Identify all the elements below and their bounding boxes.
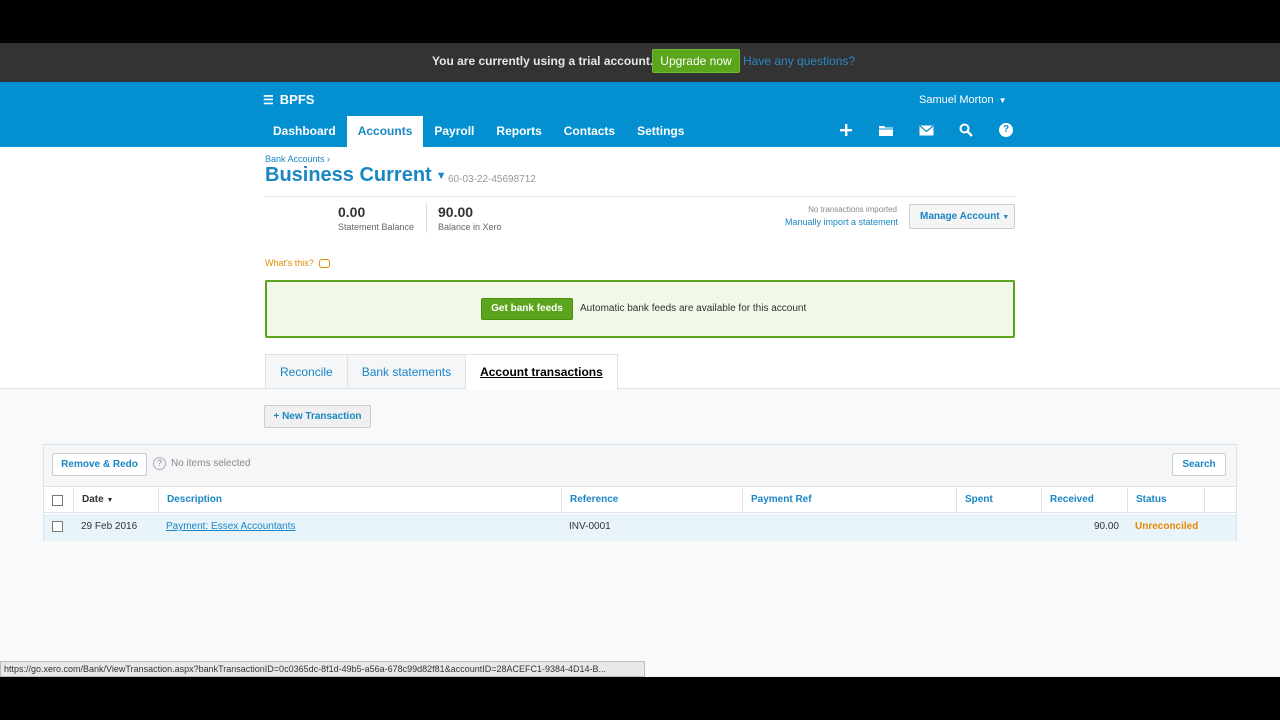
- selection-status: No items selected: [171, 458, 251, 469]
- xero-balance: 90.00 Balance in Xero: [438, 204, 502, 232]
- header-tools: ?: [826, 119, 1026, 141]
- table-header: Date ▼ Description Reference Payment Ref…: [44, 488, 1236, 513]
- whats-this-label: What's this?: [265, 258, 314, 268]
- row-status-cell: Unreconciled: [1127, 514, 1204, 541]
- org-name: BPFS: [279, 92, 315, 107]
- column-reference[interactable]: Reference: [561, 488, 742, 512]
- row-description-cell: Payment: Essex Accountants: [158, 514, 561, 541]
- row-spent: [956, 514, 1041, 541]
- column-date[interactable]: Date ▼: [73, 488, 158, 512]
- manage-account-button[interactable]: Manage Account ▼: [909, 204, 1015, 229]
- select-all-cell: [44, 488, 73, 512]
- folder-icon[interactable]: [866, 119, 906, 141]
- row-reference: INV-0001: [569, 521, 611, 532]
- status-badge: Unreconciled: [1135, 521, 1199, 532]
- top-header: ☰ BPFS Samuel Morton ▼ Dashboard Accounts …: [0, 82, 1280, 147]
- statement-balance: 0.00 Statement Balance: [338, 204, 414, 232]
- menu-icon: ☰: [263, 93, 274, 107]
- whats-this-link[interactable]: What's this?: [265, 258, 330, 269]
- xero-balance-label: Balance in Xero: [438, 222, 502, 232]
- nav-settings[interactable]: Settings: [626, 116, 695, 147]
- transactions-toolbar: Remove & Redo ? No items selected Search: [44, 445, 1236, 487]
- search-icon[interactable]: [946, 119, 986, 141]
- help-icon[interactable]: ?: [153, 457, 166, 470]
- tab-divider: [0, 388, 1280, 389]
- nav-dashboard[interactable]: Dashboard: [262, 116, 347, 147]
- column-date-label: Date: [82, 494, 104, 505]
- user-name: Samuel Morton: [919, 94, 994, 106]
- app-window: You are currently using a trial account.…: [0, 43, 1280, 677]
- column-payment-ref[interactable]: Payment Ref: [742, 488, 956, 512]
- column-description[interactable]: Description: [158, 488, 561, 512]
- row-payment-ref: [742, 514, 956, 541]
- org-switcher[interactable]: ☰ BPFS: [263, 92, 314, 107]
- get-bank-feeds-button[interactable]: Get bank feeds: [481, 298, 573, 320]
- bank-feeds-banner: Get bank feeds Automatic bank feeds are …: [265, 280, 1015, 338]
- statement-balance-label: Statement Balance: [338, 222, 415, 232]
- tab-reconcile[interactable]: Reconcile: [265, 354, 347, 389]
- row-select-cell: [44, 514, 73, 541]
- transactions-panel: Remove & Redo ? No items selected Search…: [43, 444, 1237, 541]
- table-row[interactable]: 29 Feb 2016 Payment: Essex Accountants I…: [44, 514, 1236, 541]
- nav-reports[interactable]: Reports: [485, 116, 552, 147]
- chevron-down-icon: ▼: [998, 96, 1007, 105]
- breadcrumb[interactable]: Bank Accounts ›: [265, 154, 330, 164]
- user-menu[interactable]: Samuel Morton ▼: [919, 94, 1007, 106]
- speech-bubble-icon: [318, 259, 330, 269]
- divider: [426, 203, 427, 233]
- search-button[interactable]: Search: [1172, 453, 1226, 476]
- column-status[interactable]: Status: [1127, 488, 1204, 512]
- nav-contacts[interactable]: Contacts: [553, 116, 626, 147]
- row-description-link[interactable]: Payment: Essex Accountants: [166, 521, 296, 532]
- help-icon[interactable]: ?: [986, 119, 1026, 141]
- tab-bank-statements[interactable]: Bank statements: [346, 354, 466, 389]
- main-nav: Dashboard Accounts Payroll Reports Conta…: [262, 116, 695, 147]
- plus-icon[interactable]: [826, 119, 866, 141]
- xero-balance-value: 90.00: [438, 204, 474, 220]
- divider: [265, 196, 1015, 197]
- bank-feeds-message: Automatic bank feeds are available for t…: [580, 303, 807, 314]
- no-transactions-text: No transactions imported: [808, 205, 897, 214]
- questions-link[interactable]: Have any questions?: [743, 54, 855, 68]
- row-checkbox[interactable]: [52, 521, 63, 532]
- chevron-down-icon: ▼: [1002, 214, 1010, 221]
- remove-redo-button[interactable]: Remove & Redo: [52, 453, 147, 476]
- trial-banner: You are currently using a trial account.…: [0, 43, 1280, 82]
- manage-account-label: Manage Account: [920, 211, 1000, 222]
- trial-message: You are currently using a trial account.: [432, 54, 654, 68]
- column-spent[interactable]: Spent: [956, 488, 1041, 512]
- tab-account-transactions[interactable]: Account transactions: [465, 354, 618, 390]
- manual-import-link[interactable]: Manually import a statement: [760, 217, 898, 227]
- select-all-checkbox[interactable]: [52, 495, 63, 506]
- new-transaction-button[interactable]: + New Transaction: [264, 405, 371, 428]
- nav-accounts[interactable]: Accounts: [346, 116, 424, 147]
- account-number: 60-03-22-45698712: [448, 174, 536, 185]
- account-tabs: Reconcile Bank statements Account transa…: [265, 354, 618, 390]
- nav-payroll[interactable]: Payroll: [423, 116, 485, 147]
- page-title: Business Current: [265, 164, 432, 186]
- upgrade-now-button[interactable]: Upgrade now: [652, 49, 740, 73]
- row-received: 90.00: [1093, 521, 1119, 532]
- caret-down-icon: ▼: [435, 169, 447, 182]
- column-extra: [1204, 488, 1236, 512]
- browser-status-url: https://go.xero.com/Bank/ViewTransaction…: [0, 661, 645, 677]
- mail-icon[interactable]: [906, 119, 946, 141]
- sort-down-icon: ▼: [106, 497, 114, 504]
- column-received[interactable]: Received: [1041, 488, 1127, 512]
- statement-balance-value: 0.00: [338, 204, 366, 220]
- row-date: 29 Feb 2016: [81, 521, 138, 532]
- account-title[interactable]: Business Current ▼: [265, 164, 447, 187]
